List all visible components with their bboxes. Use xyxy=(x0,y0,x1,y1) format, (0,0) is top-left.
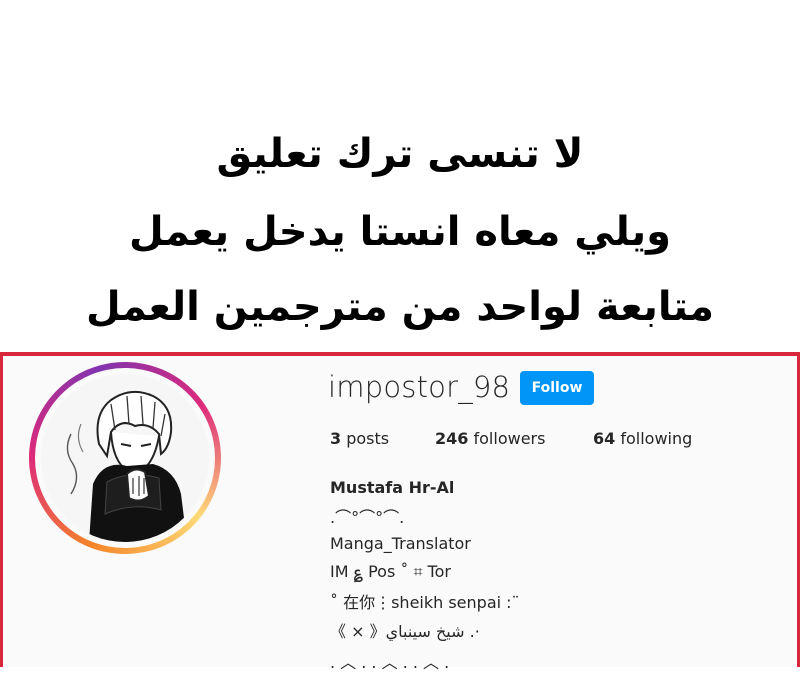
following-count[interactable]: 64 following xyxy=(593,429,692,448)
posts-number: 3 xyxy=(330,429,342,448)
profile-username: impostor_98 xyxy=(328,370,511,404)
avatar-story-ring[interactable] xyxy=(29,362,221,554)
following-number: 64 xyxy=(593,429,616,448)
notice-line-2: ويلي معاه انستا يدخل يعمل xyxy=(129,209,671,255)
notice-line-3: متابعة لواحد من مترجمين العمل xyxy=(86,284,714,330)
posts-label: posts xyxy=(346,429,390,448)
bio-line: ˚ 在你⋮sheikh senpai :¨ xyxy=(330,593,520,612)
followers-count[interactable]: 246 followers xyxy=(435,429,545,448)
bio-line: IM ؏ Pos ˚ ⌗ Tor xyxy=(330,562,451,581)
follow-button[interactable]: Follow xyxy=(520,371,594,405)
bio-line: 《 × 》شيخ سينباي .· xyxy=(330,622,480,641)
followers-number: 246 xyxy=(435,429,469,448)
manga-character-avatar-icon xyxy=(41,374,209,542)
instagram-profile-card: impostor_98 Follow 3 posts 246 followers… xyxy=(0,356,800,672)
bio-line: . ︿ . . ︿ . . ︿ . xyxy=(330,653,450,672)
profile-display-name: Mustafa Hr-Al xyxy=(330,478,455,497)
followers-label: followers xyxy=(473,429,546,448)
posts-count[interactable]: 3 posts xyxy=(330,429,389,448)
notice-line-1: لا تنسى ترك تعليق xyxy=(216,131,584,177)
avatar xyxy=(41,374,209,542)
bio-line: .⌒°⌒°⌒. xyxy=(330,508,405,527)
following-label: following xyxy=(620,429,693,448)
bio-line: Manga_Translator xyxy=(330,534,471,553)
comment-reminder-banner: لا تنسى ترك تعليق ويلي معاه انستا يدخل ي… xyxy=(0,0,800,352)
